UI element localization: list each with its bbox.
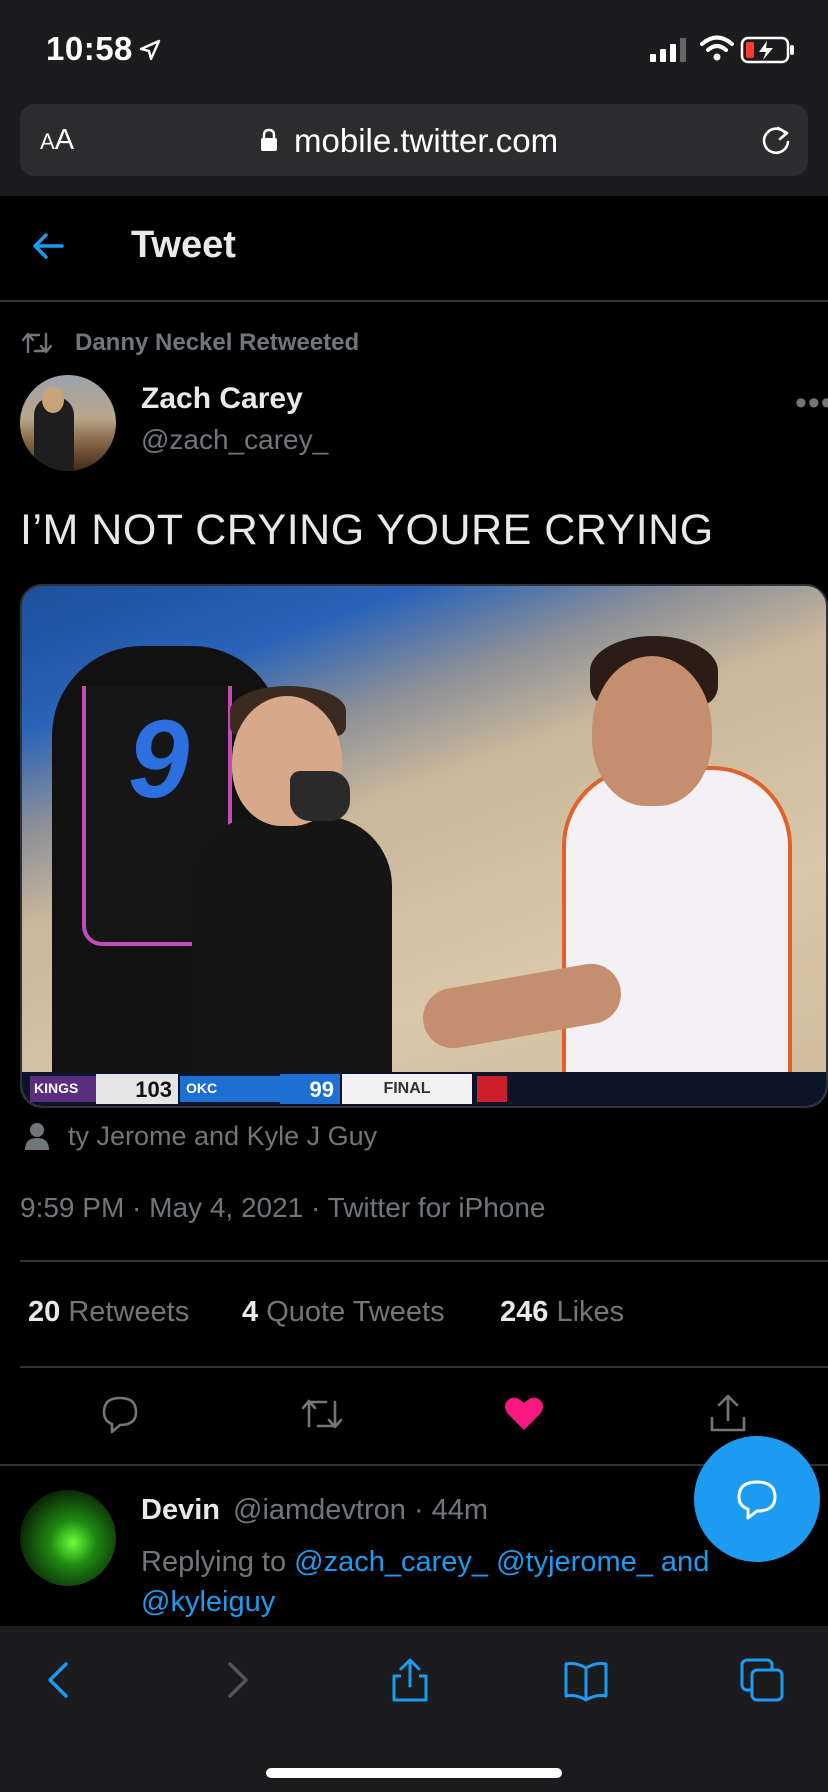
more-options-icon[interactable]: ••• xyxy=(795,384,828,423)
player-right-face xyxy=(592,656,712,806)
player-middle-figure xyxy=(192,816,392,1106)
reply-meta: @iamdevtron · 44m xyxy=(233,1494,489,1526)
share-icon[interactable] xyxy=(706,1392,750,1436)
back-icon[interactable] xyxy=(36,1656,84,1704)
status-bar: 10:58 xyxy=(0,0,828,96)
mention-link[interactable]: @zach_carey_ xyxy=(294,1546,488,1578)
tweet-page-header: Tweet xyxy=(0,196,828,302)
divider xyxy=(20,1260,828,1262)
mention-link[interactable]: @tyjerome_ xyxy=(496,1546,653,1578)
retweets-stat[interactable]: 20 Retweets xyxy=(28,1296,189,1329)
retweet-context[interactable]: Danny Neckel Retweeted xyxy=(22,326,722,362)
author-handle[interactable]: @zach_carey_ xyxy=(141,424,328,456)
battery-charging-icon xyxy=(740,36,794,64)
home-indicator[interactable] xyxy=(266,1768,562,1778)
author-avatar[interactable] xyxy=(20,375,116,471)
wifi-icon xyxy=(700,35,734,61)
scoreboard: KINGS 103 OKC 99 FINAL xyxy=(22,1072,826,1106)
reply-author-name[interactable]: Devin xyxy=(141,1494,220,1527)
status-time: 10:58 xyxy=(46,30,133,67)
url-text[interactable]: mobile.twitter.com xyxy=(294,122,558,160)
scoreboard-team1: KINGS xyxy=(30,1076,96,1102)
mention-link[interactable]: @kyleiguy xyxy=(141,1586,275,1618)
forward-icon[interactable] xyxy=(212,1656,260,1704)
face-mask xyxy=(290,771,350,821)
divider xyxy=(20,1366,828,1368)
tweet-text: I’M NOT CRYING YOURE CRYING xyxy=(20,506,714,554)
scoreboard-score2: 99 xyxy=(280,1074,340,1104)
author-name[interactable]: Zach Carey xyxy=(141,382,303,416)
location-arrow-icon xyxy=(139,39,161,61)
reply-icon[interactable] xyxy=(98,1392,142,1436)
safari-bottom-toolbar xyxy=(0,1626,828,1792)
back-arrow-icon[interactable] xyxy=(28,226,68,266)
share-icon[interactable] xyxy=(386,1656,434,1704)
quote-tweets-stat[interactable]: 4 Quote Tweets xyxy=(242,1296,445,1329)
safari-top-chrome: 10:58 AA mobile.twitter.com xyxy=(0,0,828,196)
tweet-timestamp[interactable]: 9:59 PM · May 4, 2021 · Twitter for iPho… xyxy=(20,1192,546,1224)
scoreboard-team2: OKC xyxy=(180,1076,280,1102)
replying-to: Replying to @zach_carey_ @tyjerome_ and … xyxy=(141,1546,710,1618)
bookmarks-icon[interactable] xyxy=(562,1656,610,1704)
like-heart-icon[interactable] xyxy=(502,1392,546,1436)
tweet-media-image[interactable]: 9 KINGS 103 OKC 99 FINAL xyxy=(20,584,828,1108)
retweeted-by-text: Danny Neckel Retweeted xyxy=(75,329,360,356)
address-bar[interactable]: AA mobile.twitter.com xyxy=(20,104,808,176)
reply-avatar[interactable] xyxy=(20,1490,116,1586)
cellular-signal-icon xyxy=(650,38,686,62)
tabs-icon[interactable] xyxy=(738,1656,786,1704)
page-title: Tweet xyxy=(131,224,236,266)
reply-bubble-icon xyxy=(737,1480,777,1520)
player-right-figure xyxy=(562,766,792,1106)
reload-icon[interactable] xyxy=(758,122,794,158)
retweet-icon xyxy=(22,332,52,354)
person-icon xyxy=(25,1123,49,1150)
tweet-actions xyxy=(0,1392,828,1440)
compose-reply-button[interactable] xyxy=(694,1436,820,1562)
scoreboard-score1: 103 xyxy=(96,1074,178,1104)
tagged-users-text: ty Jerome and Kyle J Guy xyxy=(68,1121,378,1151)
likes-stat[interactable]: 246 Likes xyxy=(500,1296,624,1329)
retweet-icon[interactable] xyxy=(300,1392,344,1436)
tagged-users[interactable]: ty Jerome and Kyle J Guy xyxy=(24,1118,724,1154)
scoreboard-status: FINAL xyxy=(342,1074,472,1104)
avatar-head xyxy=(42,387,64,413)
text-size-button[interactable]: AA xyxy=(40,124,74,157)
lock-icon xyxy=(261,128,277,151)
sponsor-logo xyxy=(477,1076,507,1102)
